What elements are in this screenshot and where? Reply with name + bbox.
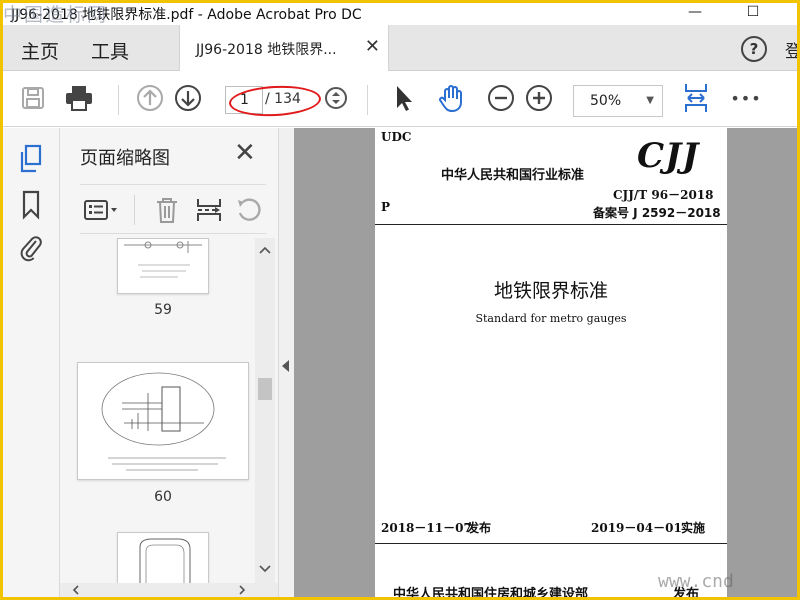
doc-standard-code: CJJ/T 96－2018 (613, 188, 714, 202)
thumbnail-list[interactable]: 59 60 (60, 238, 278, 583)
tab-document[interactable]: JJ96-2018 地铁限界... ✕ (179, 25, 389, 71)
thumbnails-title: 页面缩略图 (80, 148, 170, 169)
thumbnails-panel: 页面缩略图 ✕ 59 60 (60, 128, 278, 597)
document-tab-label: JJ96-2018 地铁限界... (196, 42, 337, 58)
document-view[interactable]: UDC 中华人民共和国行业标准 CJJ P CJJ/T 96－2018 备案号 … (294, 128, 797, 597)
doc-implementation-date: 2019－04－01 (591, 521, 682, 535)
thumbnail-toolbar (80, 184, 266, 234)
panel-collapse-handle[interactable] (278, 128, 294, 597)
doc-title: 地铁限界标准 (493, 280, 608, 302)
toolbar-divider (134, 195, 135, 225)
watermark-top: 中国造标网 (3, 4, 109, 26)
doc-divider (375, 224, 727, 225)
next-page-icon[interactable] (173, 83, 203, 113)
options-icon[interactable] (82, 195, 122, 225)
thumbnail-scrollbar[interactable] (255, 238, 275, 583)
minimize-button[interactable]: — (675, 3, 715, 23)
toolbar-divider (118, 85, 119, 115)
sign-in-button[interactable]: 登 (785, 37, 797, 62)
thumbnails-icon[interactable] (17, 144, 45, 174)
toolbar: 1 / 134 50% ▼ ••• (3, 71, 797, 127)
zoom-select[interactable]: 50% ▼ (573, 85, 663, 117)
prev-page-icon[interactable] (135, 83, 165, 113)
select-arrow-icon[interactable] (389, 83, 419, 113)
more-icon[interactable]: ••• (730, 83, 761, 113)
attachment-icon[interactable] (17, 232, 45, 262)
bookmark-icon[interactable] (17, 190, 45, 220)
delete-icon[interactable] (152, 195, 182, 225)
doc-issue-date: 2018－11－07 (381, 521, 472, 535)
doc-divider (375, 543, 727, 544)
doc-implementation-label: 实施 (681, 521, 706, 535)
fit-page-icon[interactable] (681, 83, 711, 113)
acrobat-window: JJ96-2018 地铁限界标准.pdf - Adobe Acrobat Pro… (3, 3, 797, 597)
help-button[interactable]: ? (741, 36, 767, 62)
thumbnail-hscrollbar[interactable] (60, 583, 278, 597)
page-nav-icon[interactable] (321, 83, 351, 113)
close-panel-button[interactable]: ✕ (234, 138, 256, 168)
collapse-arrow-icon (282, 360, 289, 372)
scroll-right-icon[interactable] (238, 585, 246, 595)
insert-icon[interactable] (194, 195, 224, 225)
toolbar-divider (367, 85, 368, 115)
doc-standard-header: 中华人民共和国行业标准 (441, 168, 585, 183)
cjj-logo: CJJ (637, 136, 700, 176)
zoom-value: 50% (590, 93, 622, 109)
hand-icon[interactable] (436, 83, 466, 113)
title-bar: JJ96-2018 地铁限界标准.pdf - Adobe Acrobat Pro… (3, 3, 797, 26)
doc-title-english: Standard for metro gauges (475, 312, 627, 325)
thumbnail-page-60[interactable] (77, 362, 249, 480)
print-icon[interactable] (64, 83, 94, 113)
tab-tools[interactable]: 工具 (91, 37, 129, 64)
zoom-in-icon[interactable] (524, 83, 554, 113)
close-tab-button[interactable]: ✕ (365, 36, 380, 57)
save-icon[interactable] (18, 83, 48, 113)
doc-publisher: 中华人民共和国住房和城乡建设部 (393, 587, 589, 597)
doc-udc: UDC (381, 130, 412, 144)
scroll-left-icon[interactable] (72, 585, 80, 595)
navigation-pane (3, 128, 60, 597)
document-page: UDC 中华人民共和国行业标准 CJJ P CJJ/T 96－2018 备案号 … (375, 128, 727, 597)
tab-bar: 主页 工具 JJ96-2018 地铁限界... ✕ ? 登 (3, 25, 797, 71)
zoom-out-icon[interactable] (486, 83, 516, 113)
scroll-up-icon[interactable] (259, 246, 271, 254)
thumbnail-page-59[interactable] (117, 238, 209, 294)
watermark-bottom: www.cnd (658, 571, 734, 592)
doc-filing-number: 备案号 J 2592－2018 (593, 206, 721, 220)
tab-home[interactable]: 主页 (21, 37, 59, 64)
thumbnail-label: 59 (154, 302, 172, 318)
doc-p-label: P (381, 200, 391, 214)
doc-issue-label: 发布 (467, 521, 492, 535)
thumbnail-page-61[interactable] (117, 532, 209, 583)
scroll-down-icon[interactable] (259, 565, 271, 573)
thumbnail-label: 60 (154, 489, 172, 505)
rotate-icon[interactable] (234, 195, 264, 225)
chevron-down-icon: ▼ (646, 95, 654, 106)
maximize-button[interactable]: ☐ (733, 3, 773, 23)
scrollbar-thumb[interactable] (258, 378, 272, 400)
